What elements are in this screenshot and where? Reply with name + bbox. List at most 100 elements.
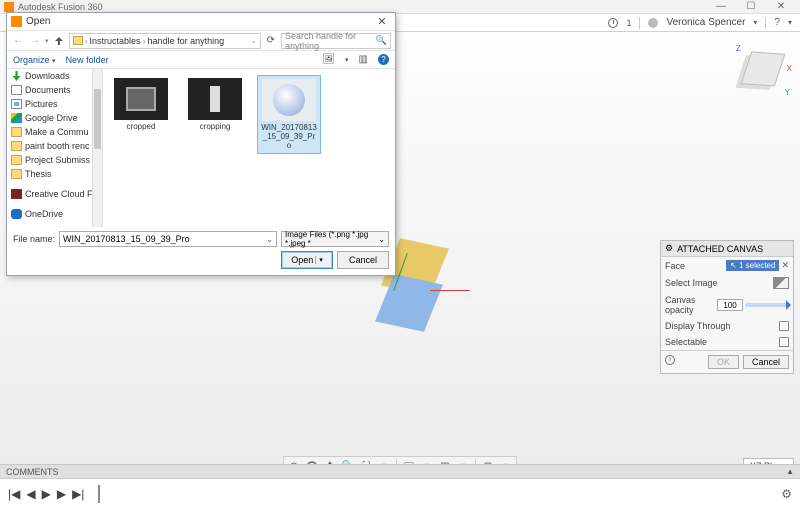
ok-button[interactable]: OK: [708, 355, 739, 369]
sidebar-item-folder[interactable]: paint booth renc: [7, 139, 102, 153]
comments-bar[interactable]: COMMENTS ▲: [0, 464, 800, 478]
filetype-caret-icon: ⌄: [378, 235, 385, 244]
thumbnail: [262, 79, 316, 121]
gear-icon[interactable]: ⚙: [665, 243, 673, 254]
folder-icon: [11, 141, 22, 151]
selectable-checkbox[interactable]: [779, 337, 789, 347]
timeline-play-button[interactable]: ▶: [42, 487, 51, 501]
help-icon[interactable]: ?: [774, 17, 780, 28]
dialog-titlebar[interactable]: Open ✕: [7, 13, 395, 31]
folder-icon: [11, 169, 22, 179]
file-item-cropping[interactable]: cropping: [183, 75, 247, 135]
sidebar-item-creative-cloud[interactable]: Creative Cloud Fil: [7, 187, 102, 201]
back-button[interactable]: ←: [11, 35, 25, 46]
dialog-title: Open: [26, 16, 373, 27]
timeline-next-button[interactable]: ▶: [57, 487, 66, 501]
folder-icon: [11, 127, 22, 137]
maximize-button[interactable]: ☐: [736, 0, 766, 14]
cancel-button[interactable]: Cancel: [337, 251, 389, 269]
view-mode-icon[interactable]: 🖼: [322, 54, 335, 65]
up-button[interactable]: [52, 34, 66, 48]
select-image-button[interactable]: [773, 277, 789, 289]
history-caret-icon[interactable]: ▾: [45, 37, 49, 45]
axis-z-label: Z: [736, 44, 741, 53]
forward-button[interactable]: →: [28, 35, 42, 46]
organize-menu[interactable]: Organize ▾: [13, 55, 56, 65]
sidebar-item-folder[interactable]: Thesis: [7, 167, 102, 181]
opacity-slider[interactable]: [745, 303, 789, 307]
filename-value: WIN_20170813_15_09_39_Pro: [63, 234, 190, 244]
sidebar-item-google-drive[interactable]: Google Drive: [7, 111, 102, 125]
cancel-panel-button[interactable]: Cancel: [743, 355, 789, 369]
pointer-icon: ↖: [730, 261, 737, 270]
view-caret-icon[interactable]: ▾: [345, 56, 349, 64]
filename-input[interactable]: WIN_20170813_15_09_39_Pro ⌄: [59, 231, 277, 247]
file-item-win[interactable]: WIN_20170813_15_09_39_Pro: [257, 75, 321, 154]
onedrive-icon: [11, 209, 22, 219]
viewcube-cube[interactable]: [741, 51, 786, 86]
google-drive-icon: [11, 113, 22, 123]
dialog-toolbar: Organize ▾ New folder 🖼 ▾ ▥ ?: [7, 51, 395, 69]
breadcrumb-caret-icon[interactable]: ⌄: [251, 37, 257, 45]
user-menu-caret-icon[interactable]: ▾: [753, 18, 757, 27]
sidebar-scrollbar[interactable]: [92, 69, 102, 227]
search-icon: 🔍: [376, 35, 387, 46]
open-button[interactable]: Open▾: [281, 251, 333, 269]
breadcrumb-item[interactable]: Instructables: [90, 36, 141, 46]
face-value: 1 selected: [739, 261, 775, 270]
filetype-select[interactable]: Image Files (*.png *.jpg *.jpeg *⌄: [281, 231, 389, 247]
panel-header[interactable]: ⚙ ATTACHED CANVAS: [661, 241, 793, 257]
select-image-label: Select Image: [665, 278, 769, 288]
file-name: cropping: [200, 123, 231, 132]
user-avatar-icon[interactable]: [648, 18, 658, 28]
sidebar-item-onedrive[interactable]: OneDrive: [7, 207, 102, 221]
thumbnail: [188, 78, 242, 120]
timeline: |◀ ◀ ▶ ▶ ▶| ⚙: [0, 478, 800, 508]
preview-pane-icon[interactable]: ▥: [359, 54, 368, 65]
close-app-button[interactable]: ✕: [766, 0, 796, 14]
app-icon: [4, 2, 14, 12]
breadcrumb-item[interactable]: handle for anything: [148, 36, 225, 46]
timeline-start-button[interactable]: |◀: [8, 487, 20, 501]
scrollbar-thumb[interactable]: [94, 89, 101, 149]
display-through-checkbox[interactable]: [779, 321, 789, 331]
timeline-end-button[interactable]: ▶|: [72, 487, 84, 501]
file-list[interactable]: cropped cropping WIN_20170813_15_09_39_P…: [103, 69, 395, 227]
x-axis-line: [430, 290, 470, 291]
open-split-caret-icon[interactable]: ▾: [315, 256, 323, 264]
sidebar-item-folder[interactable]: Project Submiss: [7, 153, 102, 167]
timeline-settings-icon[interactable]: ⚙: [781, 487, 792, 501]
sidebar-item-pictures[interactable]: Pictures: [7, 97, 102, 111]
user-name[interactable]: Veronica Spencer: [666, 17, 745, 28]
viewcube[interactable]: Z Y X: [740, 46, 786, 92]
expand-comments-icon[interactable]: ▲: [786, 467, 794, 476]
info-icon[interactable]: i: [665, 355, 675, 365]
app-title: Autodesk Fusion 360: [18, 2, 706, 12]
breadcrumb[interactable]: › Instructables › handle for anything ⌄: [69, 33, 261, 49]
dialog-footer: File name: WIN_20170813_15_09_39_Pro ⌄ Im…: [7, 227, 395, 275]
clear-face-button[interactable]: ✕: [781, 260, 789, 271]
sidebar-item-downloads[interactable]: Downloads: [7, 69, 102, 83]
creative-cloud-icon: [11, 189, 22, 199]
new-folder-button[interactable]: New folder: [66, 55, 109, 65]
refresh-button[interactable]: ⟳: [264, 35, 278, 46]
search-input[interactable]: Search handle for anything 🔍: [281, 33, 391, 49]
sidebar-item-documents[interactable]: Documents: [7, 83, 102, 97]
opacity-input[interactable]: 100: [717, 299, 743, 311]
downloads-icon: [11, 71, 22, 81]
dialog-nav: ← → ▾ › Instructables › handle for anyth…: [7, 31, 395, 51]
help-icon[interactable]: ?: [378, 54, 389, 65]
file-item-cropped[interactable]: cropped: [109, 75, 173, 135]
job-status-icon[interactable]: [608, 18, 618, 28]
timeline-marker[interactable]: [98, 485, 100, 503]
filename-label: File name:: [13, 234, 55, 244]
sidebar-item-folder[interactable]: Make a Commu: [7, 125, 102, 139]
minimize-button[interactable]: —: [706, 0, 736, 14]
separator: [765, 17, 766, 29]
dialog-close-button[interactable]: ✕: [373, 15, 391, 28]
documents-icon: [11, 85, 22, 95]
filename-caret-icon[interactable]: ⌄: [266, 235, 273, 244]
timeline-prev-button[interactable]: ◀: [26, 487, 35, 501]
face-selection[interactable]: ↖ 1 selected: [726, 260, 779, 271]
display-through-label: Display Through: [665, 321, 775, 331]
